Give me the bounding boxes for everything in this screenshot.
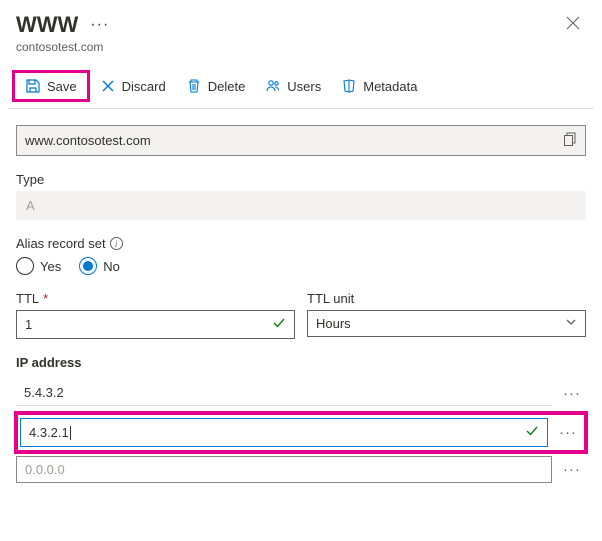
delete-icon: [186, 78, 202, 94]
save-icon: [25, 78, 41, 94]
discard-button[interactable]: Discard: [90, 73, 176, 99]
alias-radio-no[interactable]: No: [79, 257, 120, 275]
radio-icon: [16, 257, 34, 275]
toolbar: Save Discard Delete Users Metadata: [8, 70, 594, 109]
ip-input-placeholder[interactable]: 0.0.0.0: [16, 456, 552, 483]
ip-input-active[interactable]: 4.3.2.1: [20, 418, 548, 447]
type-label: Type: [16, 172, 586, 187]
copy-button[interactable]: [563, 132, 577, 149]
chevron-down-icon: [565, 316, 577, 331]
save-label: Save: [47, 79, 77, 94]
info-icon[interactable]: i: [110, 237, 123, 250]
radio-icon: [79, 257, 97, 275]
close-icon: [566, 16, 580, 30]
delete-label: Delete: [208, 79, 246, 94]
ip-row: 5.4.3.2 ···: [16, 380, 586, 406]
fqdn-value: www.contosotest.com: [25, 133, 563, 148]
ip-row-more-button[interactable]: ···: [558, 385, 586, 402]
alias-label: Alias record set i: [16, 236, 586, 251]
page-title: WWW: [16, 12, 78, 38]
ip-row: 4.3.2.1 ···: [20, 418, 582, 447]
ttl-unit-value: Hours: [316, 316, 351, 331]
save-button[interactable]: Save: [12, 70, 90, 102]
ttl-value: 1: [25, 317, 272, 332]
alias-no-label: No: [103, 259, 120, 274]
users-icon: [265, 78, 281, 94]
users-label: Users: [287, 79, 321, 94]
metadata-button[interactable]: Metadata: [331, 73, 427, 99]
close-button[interactable]: [560, 12, 586, 37]
ip-row-more-button[interactable]: ···: [554, 424, 582, 441]
ip-value-cell[interactable]: 5.4.3.2: [16, 380, 552, 406]
users-button[interactable]: Users: [255, 73, 331, 99]
delete-button[interactable]: Delete: [176, 73, 256, 99]
alias-radio-yes[interactable]: Yes: [16, 257, 61, 275]
check-icon: [525, 424, 539, 441]
ip-row: 0.0.0.0 ···: [16, 456, 586, 483]
ttl-unit-label: TTL unit: [307, 291, 586, 306]
discard-label: Discard: [122, 79, 166, 94]
check-icon: [272, 316, 286, 333]
type-value: A: [16, 191, 586, 220]
fqdn-field: www.contosotest.com: [16, 125, 586, 156]
metadata-label: Metadata: [363, 79, 417, 94]
header-more-button[interactable]: ···: [90, 16, 109, 34]
discard-icon: [100, 78, 116, 94]
metadata-icon: [341, 78, 357, 94]
ttl-unit-select[interactable]: Hours: [307, 310, 586, 337]
ip-row-more-button[interactable]: ···: [558, 461, 586, 478]
page-subtitle: contosotest.com: [16, 40, 109, 54]
ttl-label: TTL*: [16, 291, 295, 306]
copy-icon: [563, 132, 577, 146]
ttl-input[interactable]: 1: [16, 310, 295, 339]
alias-yes-label: Yes: [40, 259, 61, 274]
ip-address-header: IP address: [16, 355, 586, 370]
